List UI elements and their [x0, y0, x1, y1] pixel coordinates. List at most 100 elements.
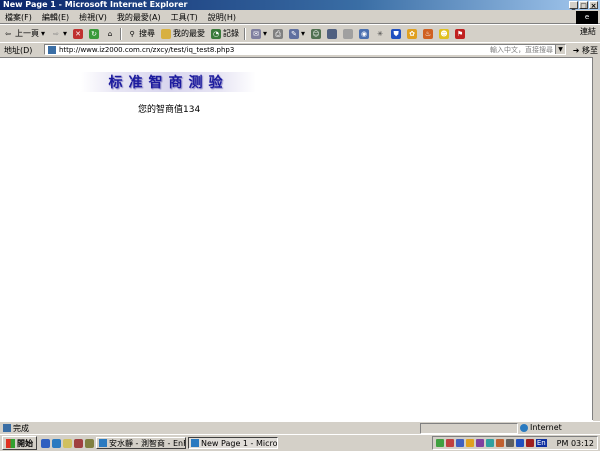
mail-icon: ✉: [251, 28, 262, 39]
history-label: 記錄: [223, 29, 240, 38]
badge-icon: ⚑: [455, 28, 466, 39]
extra-button-7[interactable]: ♨: [420, 28, 436, 39]
status-text-area: 完成: [0, 423, 29, 434]
app-icon[interactable]: [74, 438, 83, 448]
zone-indicator: Internet: [520, 423, 562, 432]
extra-button-5[interactable]: ⛊: [388, 28, 404, 39]
go-arrow-icon: ➜: [572, 46, 580, 55]
volume-icon[interactable]: [505, 439, 514, 447]
links-button[interactable]: 連結: [580, 26, 596, 37]
tray-icon-7[interactable]: [495, 439, 504, 447]
chevron-down-icon[interactable]: ▾: [63, 29, 67, 38]
history-button[interactable]: ◔ 記錄: [208, 28, 242, 39]
quick-launch: [41, 438, 94, 448]
extra-button-6[interactable]: ✿: [404, 28, 420, 39]
windows-logo-icon: [6, 438, 15, 448]
favorites-folder-icon: [161, 28, 172, 39]
stop-icon: ✕: [73, 28, 84, 39]
menu-favorites[interactable]: 我的最愛(A): [112, 12, 166, 23]
menu-help[interactable]: 說明(H): [203, 12, 241, 23]
extra-button-1[interactable]: [324, 28, 340, 39]
menu-file[interactable]: 檔案(F): [0, 12, 37, 23]
maximize-button[interactable]: □: [579, 1, 588, 10]
status-bar: 完成 Internet: [0, 421, 600, 434]
taskbar-item-enfun[interactable]: 安水靜 - 測智商 - EnFun...: [96, 437, 186, 449]
chevron-down-icon[interactable]: ▼: [555, 45, 565, 54]
vertical-scrollbar[interactable]: [592, 57, 600, 420]
tray-icon-6[interactable]: [485, 439, 494, 447]
tool-icon[interactable]: [85, 438, 94, 448]
chevron-down-icon[interactable]: ▾: [263, 29, 267, 38]
tray-icon-2[interactable]: [445, 439, 454, 447]
chevron-down-icon[interactable]: ▾: [41, 29, 45, 38]
address-search-hint: 輸入中文，直接搜尋: [490, 45, 553, 54]
home-icon: ⌂: [107, 29, 113, 38]
tray-icon-8[interactable]: [515, 439, 524, 447]
toolbar-divider: [120, 27, 123, 40]
refresh-icon: ↻: [89, 28, 100, 39]
page-icon: [48, 45, 56, 54]
forward-button[interactable]: ⇨ ▾: [48, 29, 70, 39]
toolbar-divider: [244, 27, 247, 40]
address-field[interactable]: http://www.iz2000.com.cn/zxcy/test/iq_te…: [44, 44, 566, 55]
extra-button-3[interactable]: ◉: [356, 28, 372, 39]
globe-icon: [520, 423, 528, 432]
menu-bar: 檔案(F) 編輯(E) 檢視(V) 我的最愛(A) 工具(T) 說明(H): [0, 11, 600, 24]
minimize-button[interactable]: _: [569, 1, 578, 10]
ie-icon: [99, 439, 107, 447]
task-label: New Page 1 - Microsoft Int...: [201, 438, 278, 448]
title-bar: New Page 1 - Microsoft Internet Explorer…: [0, 0, 600, 10]
menu-view[interactable]: 檢視(V): [74, 12, 112, 23]
chevron-down-icon[interactable]: ▾: [301, 29, 305, 38]
extra-button-9[interactable]: ⚑: [452, 28, 468, 39]
extra-button-2[interactable]: [340, 28, 356, 39]
ime-indicator[interactable]: En: [535, 439, 547, 447]
stop-button[interactable]: ✕: [70, 28, 86, 39]
sparkle-icon: ✳: [377, 29, 383, 38]
people-icon: ☺: [311, 28, 322, 39]
tray-icon-1[interactable]: [435, 439, 444, 447]
task-label: 安水靜 - 測智商 - EnFun...: [109, 438, 185, 448]
done-page-icon: [3, 424, 11, 432]
taskbar: 開始 安水靜 - 測智商 - EnFun... New Page 1 - Mic…: [0, 434, 600, 451]
taskbar-item-new-page[interactable]: New Page 1 - Microsoft Int...: [188, 437, 278, 449]
status-text: 完成: [13, 423, 29, 433]
mail-icon[interactable]: [63, 438, 72, 448]
page-content: 标准智商测验 您的智商值134: [0, 57, 593, 421]
address-url[interactable]: http://www.iz2000.com.cn/zxcy/test/iq_te…: [59, 45, 490, 55]
clock: PM 03:12: [556, 438, 594, 448]
tray-icon-4[interactable]: [465, 439, 474, 447]
close-button[interactable]: ×: [589, 1, 598, 10]
window-title: New Page 1 - Microsoft Internet Explorer: [3, 0, 188, 9]
go-label: 移至: [582, 46, 598, 55]
favorites-label: 我的最愛: [173, 29, 206, 38]
zone-label: Internet: [530, 423, 562, 432]
home-button[interactable]: ⌂: [102, 29, 118, 39]
back-label: 上一頁: [15, 29, 39, 38]
flame-icon: ♨: [423, 28, 434, 39]
favorites-button[interactable]: 我的最愛: [158, 28, 208, 39]
print-button[interactable]: ⎙: [270, 28, 286, 39]
menu-tools[interactable]: 工具(T): [166, 12, 203, 23]
go-button[interactable]: ➜ 移至: [573, 45, 598, 56]
search-button[interactable]: ⚲ 搜尋: [124, 28, 158, 39]
edit-button[interactable]: ✎ ▾: [286, 28, 308, 39]
tray-icon-5[interactable]: [475, 439, 484, 447]
desktop-icon[interactable]: [41, 438, 50, 448]
back-button[interactable]: ⇦ 上一頁 ▾: [0, 28, 48, 39]
start-button[interactable]: 開始: [2, 436, 37, 450]
ie-logo-icon: e: [576, 11, 598, 24]
extra-button-4[interactable]: ✳: [372, 29, 388, 39]
extra-button-8[interactable]: ☻: [436, 28, 452, 39]
ie-icon[interactable]: [52, 438, 61, 448]
tray-icon-9[interactable]: [525, 439, 534, 447]
refresh-button[interactable]: ↻: [86, 28, 102, 39]
menu-edit[interactable]: 編輯(E): [37, 12, 74, 23]
status-panel: [420, 423, 518, 434]
tray-icon-3[interactable]: [455, 439, 464, 447]
banner-title: 标准智商测验: [108, 75, 229, 91]
mail-button[interactable]: ✉ ▾: [248, 28, 270, 39]
messenger-button[interactable]: ☺: [308, 28, 324, 39]
system-tray: En PM 03:12: [431, 436, 598, 450]
search-icon: ⚲: [129, 29, 135, 38]
